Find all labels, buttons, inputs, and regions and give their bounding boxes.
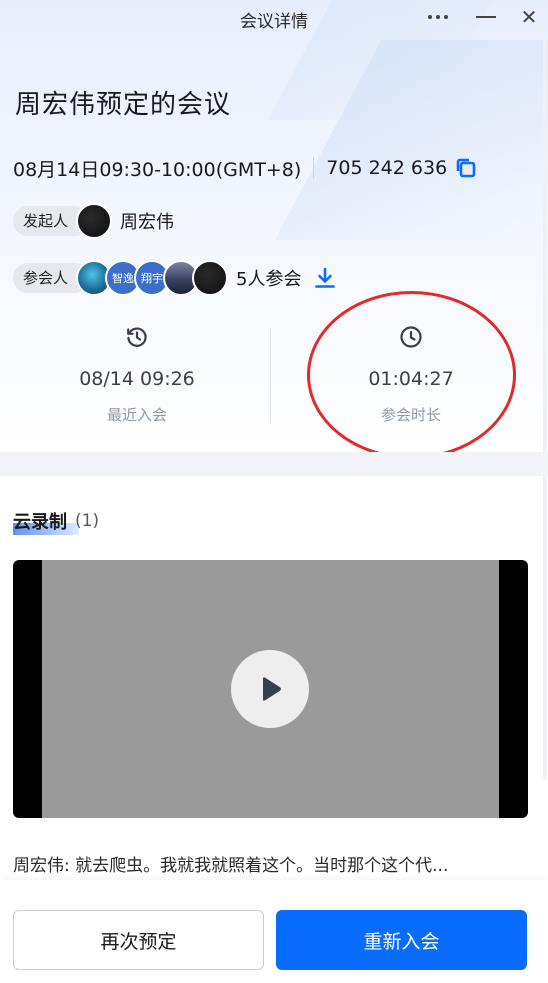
rebook-button[interactable]: 再次预定 [13, 910, 264, 970]
title-bar: 会议详情 ✕ [0, 0, 548, 36]
play-icon [263, 677, 281, 701]
avatar[interactable] [76, 203, 113, 239]
meeting-title: 周宏伟预定的会议 [15, 90, 232, 120]
organizer-name: 周宏伟 [120, 212, 175, 233]
play-button[interactable] [231, 650, 309, 728]
divider [313, 157, 315, 179]
recording-count: (1) [75, 511, 100, 531]
organizer-row: 发起人 周宏伟 [13, 203, 174, 239]
bottom-action-bar: 再次预定 重新入会 [0, 880, 548, 983]
minimize-icon [476, 16, 496, 18]
transcript-speaker: 周宏伟: [13, 856, 70, 876]
copy-icon[interactable] [455, 157, 477, 179]
recent-join-stat: 08/14 09:26 最近入会 [0, 318, 274, 425]
window-title: 会议详情 [240, 12, 308, 32]
participants-count: 5人参会 [236, 269, 302, 290]
recording-section-title: 云录制 (1) [13, 507, 99, 535]
section-divider [0, 452, 548, 476]
recording-video[interactable] [13, 560, 528, 818]
recording-title: 云录制 [13, 512, 67, 533]
annotation-circle [307, 291, 516, 459]
recent-join-label: 最近入会 [106, 406, 167, 424]
more-dots-icon [428, 15, 448, 19]
close-button[interactable]: ✕ [515, 4, 543, 30]
participants-row: 参会人 智逸 翔宇 5人参会 [13, 260, 337, 296]
recent-join-value: 08/14 09:26 [79, 368, 195, 390]
meeting-id: 705 242 636 [326, 157, 448, 179]
more-options-button[interactable] [424, 4, 452, 30]
close-icon: ✕ [520, 5, 538, 29]
divider [270, 328, 271, 424]
meeting-time-row: 08月14日09:30-10:00(GMT+8) 705 242 636 [13, 154, 477, 182]
history-icon [127, 327, 147, 347]
download-icon[interactable] [313, 266, 337, 290]
transcript-text: 就去爬虫。我就我就照着这个。当时那个这个代... [75, 856, 449, 876]
transcript-preview[interactable]: 周宏伟: 就去爬虫。我就我就照着这个。当时那个这个代... [13, 851, 513, 876]
avatar[interactable] [192, 260, 229, 296]
minimize-button[interactable] [472, 4, 500, 30]
rejoin-button[interactable]: 重新入会 [276, 910, 527, 970]
meeting-time: 08月14日09:30-10:00(GMT+8) [13, 158, 302, 181]
